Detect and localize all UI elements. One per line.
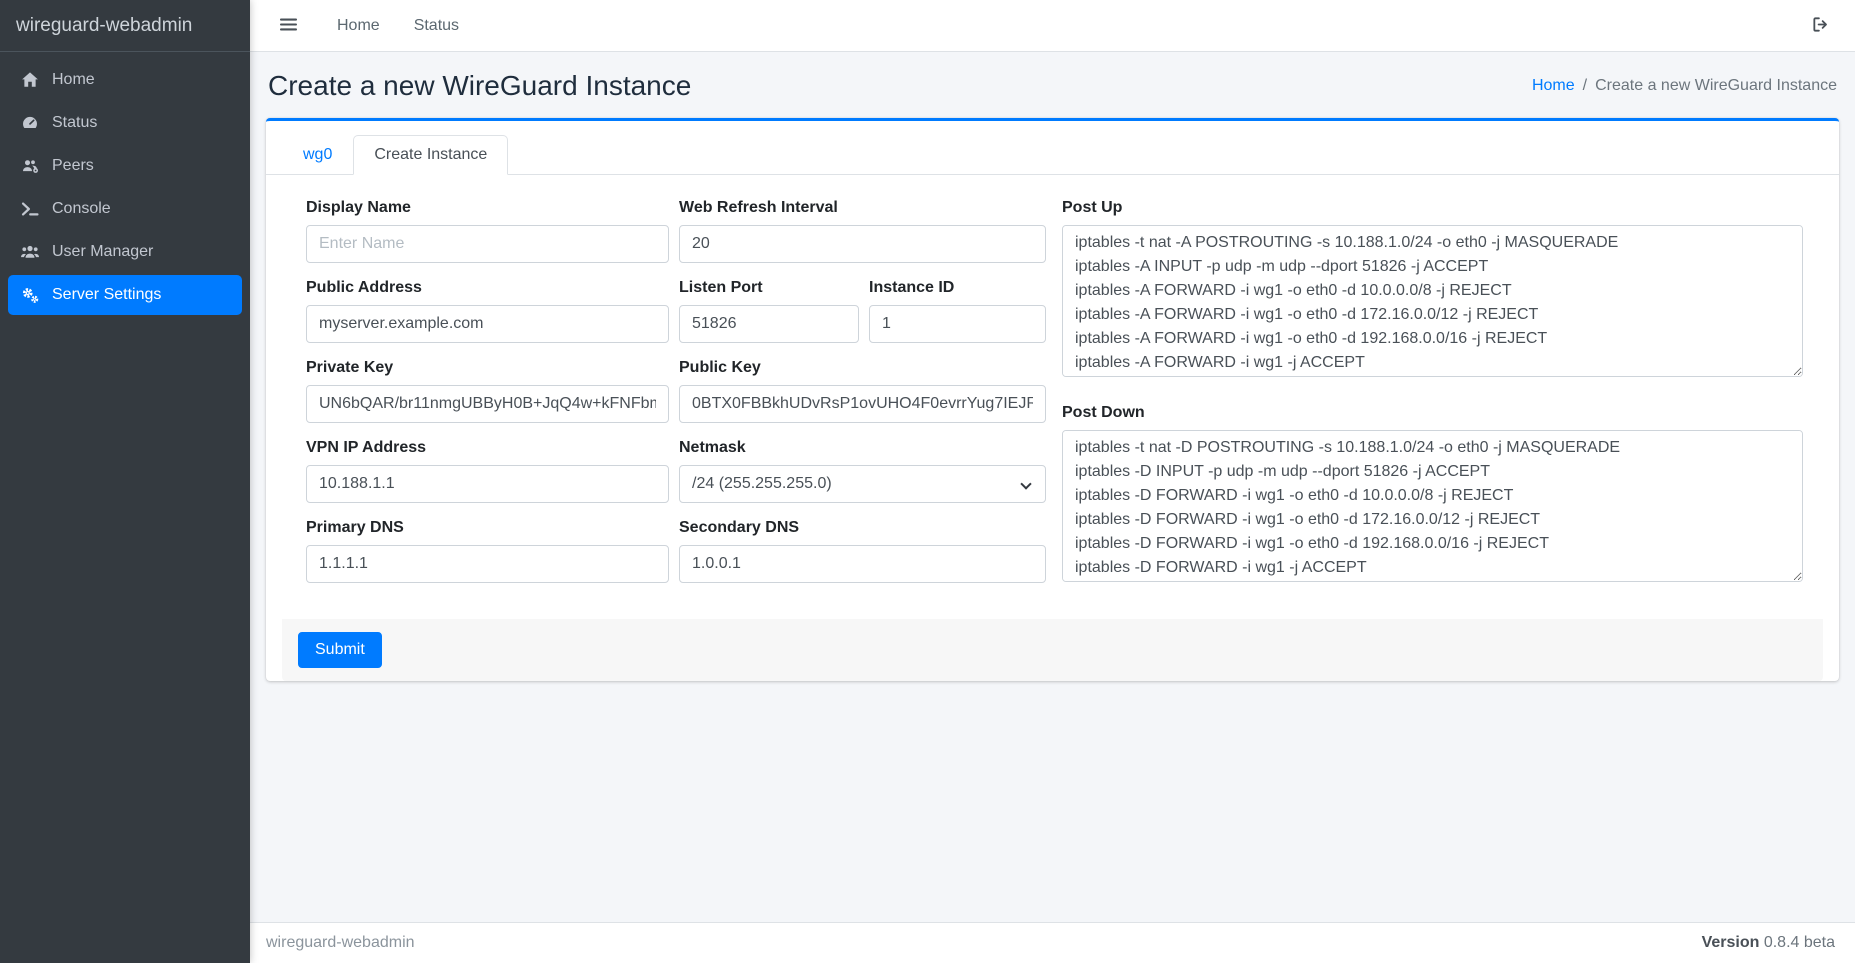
- sidebar-item-user-manager[interactable]: User Manager: [8, 232, 242, 272]
- tab-wg0[interactable]: wg0: [282, 135, 353, 175]
- sidebar-item-label: Home: [52, 71, 95, 89]
- terminal-icon: [14, 200, 46, 218]
- instance-form: Display Name Web Refresh Interval Public…: [266, 175, 1839, 619]
- sidebar-nav: Home Status Peers Console User Manager: [0, 52, 250, 326]
- display-name-input[interactable]: [306, 225, 669, 263]
- sidebar-item-label: Peers: [52, 157, 94, 175]
- listen-port-input[interactable]: [679, 305, 859, 343]
- topnav-link-home[interactable]: Home: [337, 17, 380, 35]
- form-footer: Submit: [282, 619, 1823, 681]
- page-footer: wireguard-webadmin Version 0.8.4 beta: [250, 922, 1855, 963]
- form-right-pane: Post Up iptables -t nat -A POSTROUTING -…: [1062, 199, 1803, 599]
- instance-card: wg0 Create Instance Display Name Web Ref…: [266, 118, 1839, 681]
- sidebar-item-label: User Manager: [52, 243, 153, 261]
- web-refresh-interval-input[interactable]: [679, 225, 1046, 263]
- breadcrumb: Home / Create a new WireGuard Instance: [1532, 77, 1837, 95]
- users-gear-icon: [14, 157, 46, 175]
- users-icon: [14, 243, 46, 261]
- vpn-ip-label: VPN IP Address: [306, 439, 669, 457]
- footer-version-value: 0.8.4 beta: [1764, 934, 1835, 951]
- content-header: Create a new WireGuard Instance Home / C…: [266, 52, 1839, 112]
- card-tabs: wg0 Create Instance: [266, 121, 1839, 175]
- sidebar-item-console[interactable]: Console: [8, 189, 242, 229]
- secondary-dns-label: Secondary DNS: [679, 519, 1046, 537]
- brand-title[interactable]: wireguard-webadmin: [0, 0, 250, 52]
- web-refresh-interval-label: Web Refresh Interval: [679, 199, 1046, 217]
- gauge-icon: [14, 114, 46, 132]
- sidebar-item-label: Console: [52, 200, 111, 218]
- secondary-dns-input[interactable]: [679, 545, 1046, 583]
- footer-version: Version 0.8.4 beta: [1702, 934, 1835, 952]
- breadcrumb-separator: /: [1583, 77, 1587, 95]
- listen-port-label: Listen Port: [679, 279, 859, 297]
- breadcrumb-current: Create a new WireGuard Instance: [1595, 77, 1837, 95]
- public-address-label: Public Address: [306, 279, 669, 297]
- public-key-input[interactable]: [679, 385, 1046, 423]
- vpn-ip-input[interactable]: [306, 465, 669, 503]
- sidebar-item-home[interactable]: Home: [8, 60, 242, 100]
- footer-version-label: Version: [1702, 934, 1760, 951]
- primary-dns-input[interactable]: [306, 545, 669, 583]
- sign-out-icon: [1812, 16, 1829, 36]
- sidebar-item-label: Status: [52, 114, 97, 132]
- private-key-label: Private Key: [306, 359, 669, 377]
- public-key-label: Public Key: [679, 359, 1046, 377]
- bars-icon: [280, 16, 297, 36]
- netmask-select[interactable]: /24 (255.255.255.0): [679, 465, 1046, 503]
- main-area: Home Status Create a new WireGuard Insta…: [250, 0, 1855, 963]
- submit-button[interactable]: Submit: [298, 632, 382, 668]
- netmask-label: Netmask: [679, 439, 1046, 457]
- breadcrumb-home-link[interactable]: Home: [1532, 77, 1575, 95]
- sidebar: wireguard-webadmin Home Status Peers Con…: [0, 0, 250, 963]
- private-key-input[interactable]: [306, 385, 669, 423]
- topnav-link-status[interactable]: Status: [414, 17, 459, 35]
- primary-dns-label: Primary DNS: [306, 519, 669, 537]
- public-address-input[interactable]: [306, 305, 669, 343]
- cogs-icon: [14, 286, 46, 304]
- form-left-pane: Display Name Web Refresh Interval Public…: [306, 199, 1046, 599]
- tab-create-instance[interactable]: Create Instance: [353, 135, 508, 175]
- instance-id-label: Instance ID: [869, 279, 1046, 297]
- post-down-label: Post Down: [1062, 404, 1803, 422]
- sidebar-item-server-settings[interactable]: Server Settings: [8, 275, 242, 315]
- sidebar-item-label: Server Settings: [52, 286, 161, 304]
- sidebar-item-status[interactable]: Status: [8, 103, 242, 143]
- top-navbar: Home Status: [250, 0, 1855, 52]
- logout-button[interactable]: [1806, 10, 1835, 42]
- instance-id-input[interactable]: [869, 305, 1046, 343]
- sidebar-item-peers[interactable]: Peers: [8, 146, 242, 186]
- content-area: Create a new WireGuard Instance Home / C…: [250, 52, 1855, 922]
- post-up-label: Post Up: [1062, 199, 1803, 217]
- post-up-textarea[interactable]: iptables -t nat -A POSTROUTING -s 10.188…: [1062, 225, 1803, 377]
- footer-brand: wireguard-webadmin: [266, 934, 415, 952]
- display-name-label: Display Name: [306, 199, 669, 217]
- house-icon: [14, 71, 46, 89]
- menu-toggle-button[interactable]: [274, 10, 303, 42]
- page-title: Create a new WireGuard Instance: [268, 70, 691, 102]
- post-down-textarea[interactable]: iptables -t nat -D POSTROUTING -s 10.188…: [1062, 430, 1803, 582]
